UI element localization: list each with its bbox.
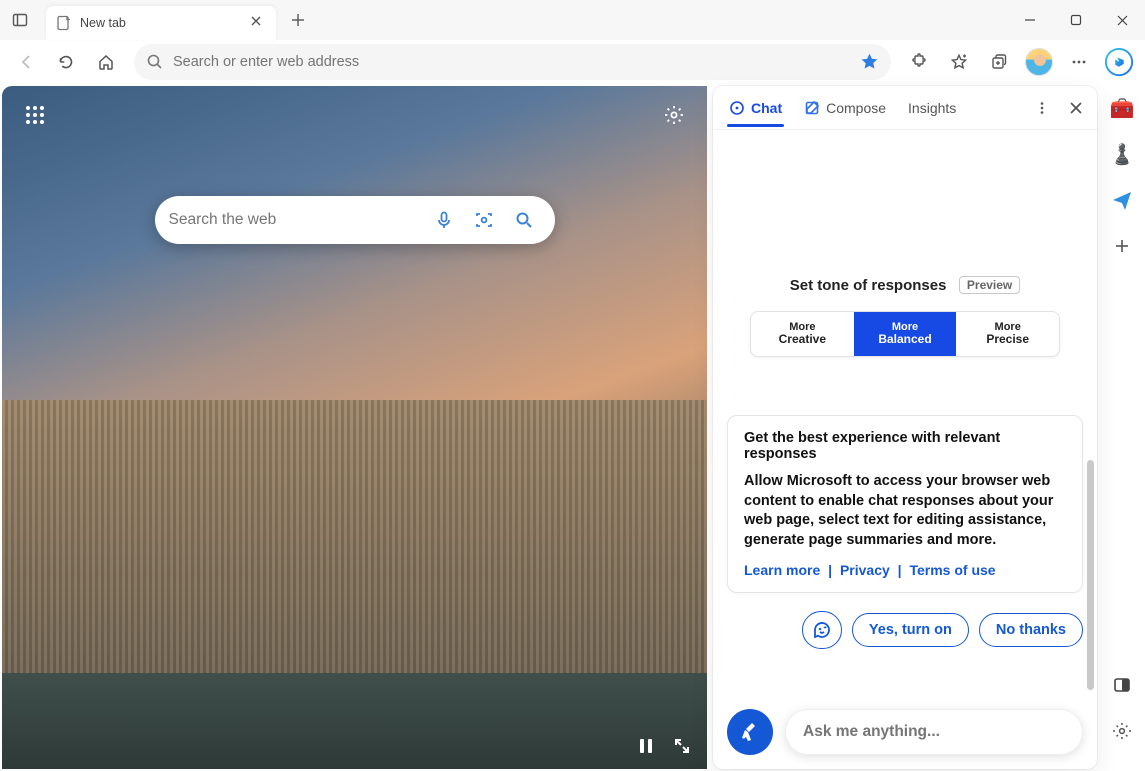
link-terms[interactable]: Terms of use <box>909 562 995 578</box>
avatar <box>1025 48 1053 76</box>
tab-actions-button[interactable] <box>0 0 40 40</box>
chat-panel: Chat Compose Insights Set tone of respon… <box>713 86 1097 769</box>
tab-chat-label: Chat <box>751 100 782 116</box>
back-button[interactable] <box>8 44 44 80</box>
search-submit-icon[interactable] <box>507 210 541 230</box>
toolbar <box>0 40 1145 84</box>
home-button[interactable] <box>88 44 124 80</box>
tone-option-balanced[interactable]: MoreBalanced <box>854 312 957 356</box>
scrollbar-thumb[interactable] <box>1087 460 1094 690</box>
browser-tab[interactable]: New tab <box>46 6 276 40</box>
address-bar[interactable] <box>134 44 891 80</box>
tone-section: Set tone of responses Preview MoreCreati… <box>713 276 1097 357</box>
tone-segmented-control: MoreCreative MoreBalanced MorePrecise <box>750 311 1060 357</box>
consent-no-button[interactable]: No thanks <box>979 613 1083 647</box>
new-topic-button[interactable] <box>727 709 773 755</box>
favorites-button[interactable] <box>941 44 977 80</box>
address-input[interactable] <box>173 54 850 70</box>
extensions-button[interactable] <box>901 44 937 80</box>
more-menu-button[interactable] <box>1061 44 1097 80</box>
tone-option-precise[interactable]: MorePrecise <box>956 312 1059 356</box>
tab-compose-label: Compose <box>826 100 886 116</box>
feedback-button[interactable] <box>802 611 842 649</box>
titlebar: New tab <box>0 0 1145 40</box>
pause-icon[interactable] <box>637 737 655 755</box>
page-icon <box>56 15 72 31</box>
link-privacy[interactable]: Privacy <box>840 562 890 578</box>
app-launcher-icon[interactable] <box>24 104 46 126</box>
panel-more-button[interactable] <box>1027 90 1057 126</box>
tab-close-button[interactable] <box>250 15 266 31</box>
sidebar-games-icon[interactable]: ♟️ <box>1108 140 1136 168</box>
background-image <box>2 86 707 769</box>
bing-chat-button[interactable] <box>1101 44 1137 80</box>
consent-actions: Yes, turn on No thanks <box>727 611 1083 649</box>
tone-label: Set tone of responses <box>790 277 947 294</box>
consent-yes-button[interactable]: Yes, turn on <box>852 613 969 647</box>
new-tab-page <box>2 86 707 769</box>
refresh-button[interactable] <box>48 44 84 80</box>
favorite-star-icon[interactable] <box>860 52 879 71</box>
link-learn-more[interactable]: Learn more <box>744 562 820 578</box>
window-maximize-button[interactable] <box>1053 0 1099 40</box>
tab-insights-label: Insights <box>908 100 956 116</box>
sidebar-layout-icon[interactable] <box>1108 671 1136 699</box>
window-controls <box>1007 0 1145 40</box>
ntp-search-input[interactable] <box>169 211 421 229</box>
consent-body: Allow Microsoft to access your browser w… <box>744 472 1066 550</box>
expand-icon[interactable] <box>673 737 691 755</box>
panel-tabs: Chat Compose Insights <box>713 86 1097 130</box>
tab-insights[interactable]: Insights <box>906 90 958 126</box>
ask-input-box[interactable] <box>785 709 1083 755</box>
profile-button[interactable] <box>1021 44 1057 80</box>
ask-input[interactable] <box>803 723 1065 741</box>
panel-close-button[interactable] <box>1061 90 1091 126</box>
edge-sidebar: 🧰 ♟️ <box>1099 84 1145 771</box>
tone-option-creative[interactable]: MoreCreative <box>751 312 854 356</box>
search-icon <box>146 53 163 70</box>
window-close-button[interactable] <box>1099 0 1145 40</box>
consent-title: Get the best experience with relevant re… <box>744 430 1066 462</box>
sidebar-tools-icon[interactable]: 🧰 <box>1108 94 1136 122</box>
voice-search-icon[interactable] <box>427 210 461 230</box>
page-settings-icon[interactable] <box>663 104 685 126</box>
image-search-icon[interactable] <box>467 210 501 230</box>
preview-badge: Preview <box>959 276 1020 294</box>
sidebar-add-button[interactable] <box>1108 232 1136 260</box>
tab-chat[interactable]: Chat <box>727 90 784 126</box>
sidebar-send-icon[interactable] <box>1108 186 1136 214</box>
window-minimize-button[interactable] <box>1007 0 1053 40</box>
tab-title: New tab <box>80 16 242 30</box>
new-tab-button[interactable] <box>284 6 312 34</box>
collections-button[interactable] <box>981 44 1017 80</box>
ask-row <box>727 709 1083 755</box>
consent-card: Get the best experience with relevant re… <box>727 415 1083 593</box>
sidebar-settings-icon[interactable] <box>1108 717 1136 745</box>
tab-compose[interactable]: Compose <box>802 90 888 126</box>
ntp-search-box[interactable] <box>155 196 555 244</box>
